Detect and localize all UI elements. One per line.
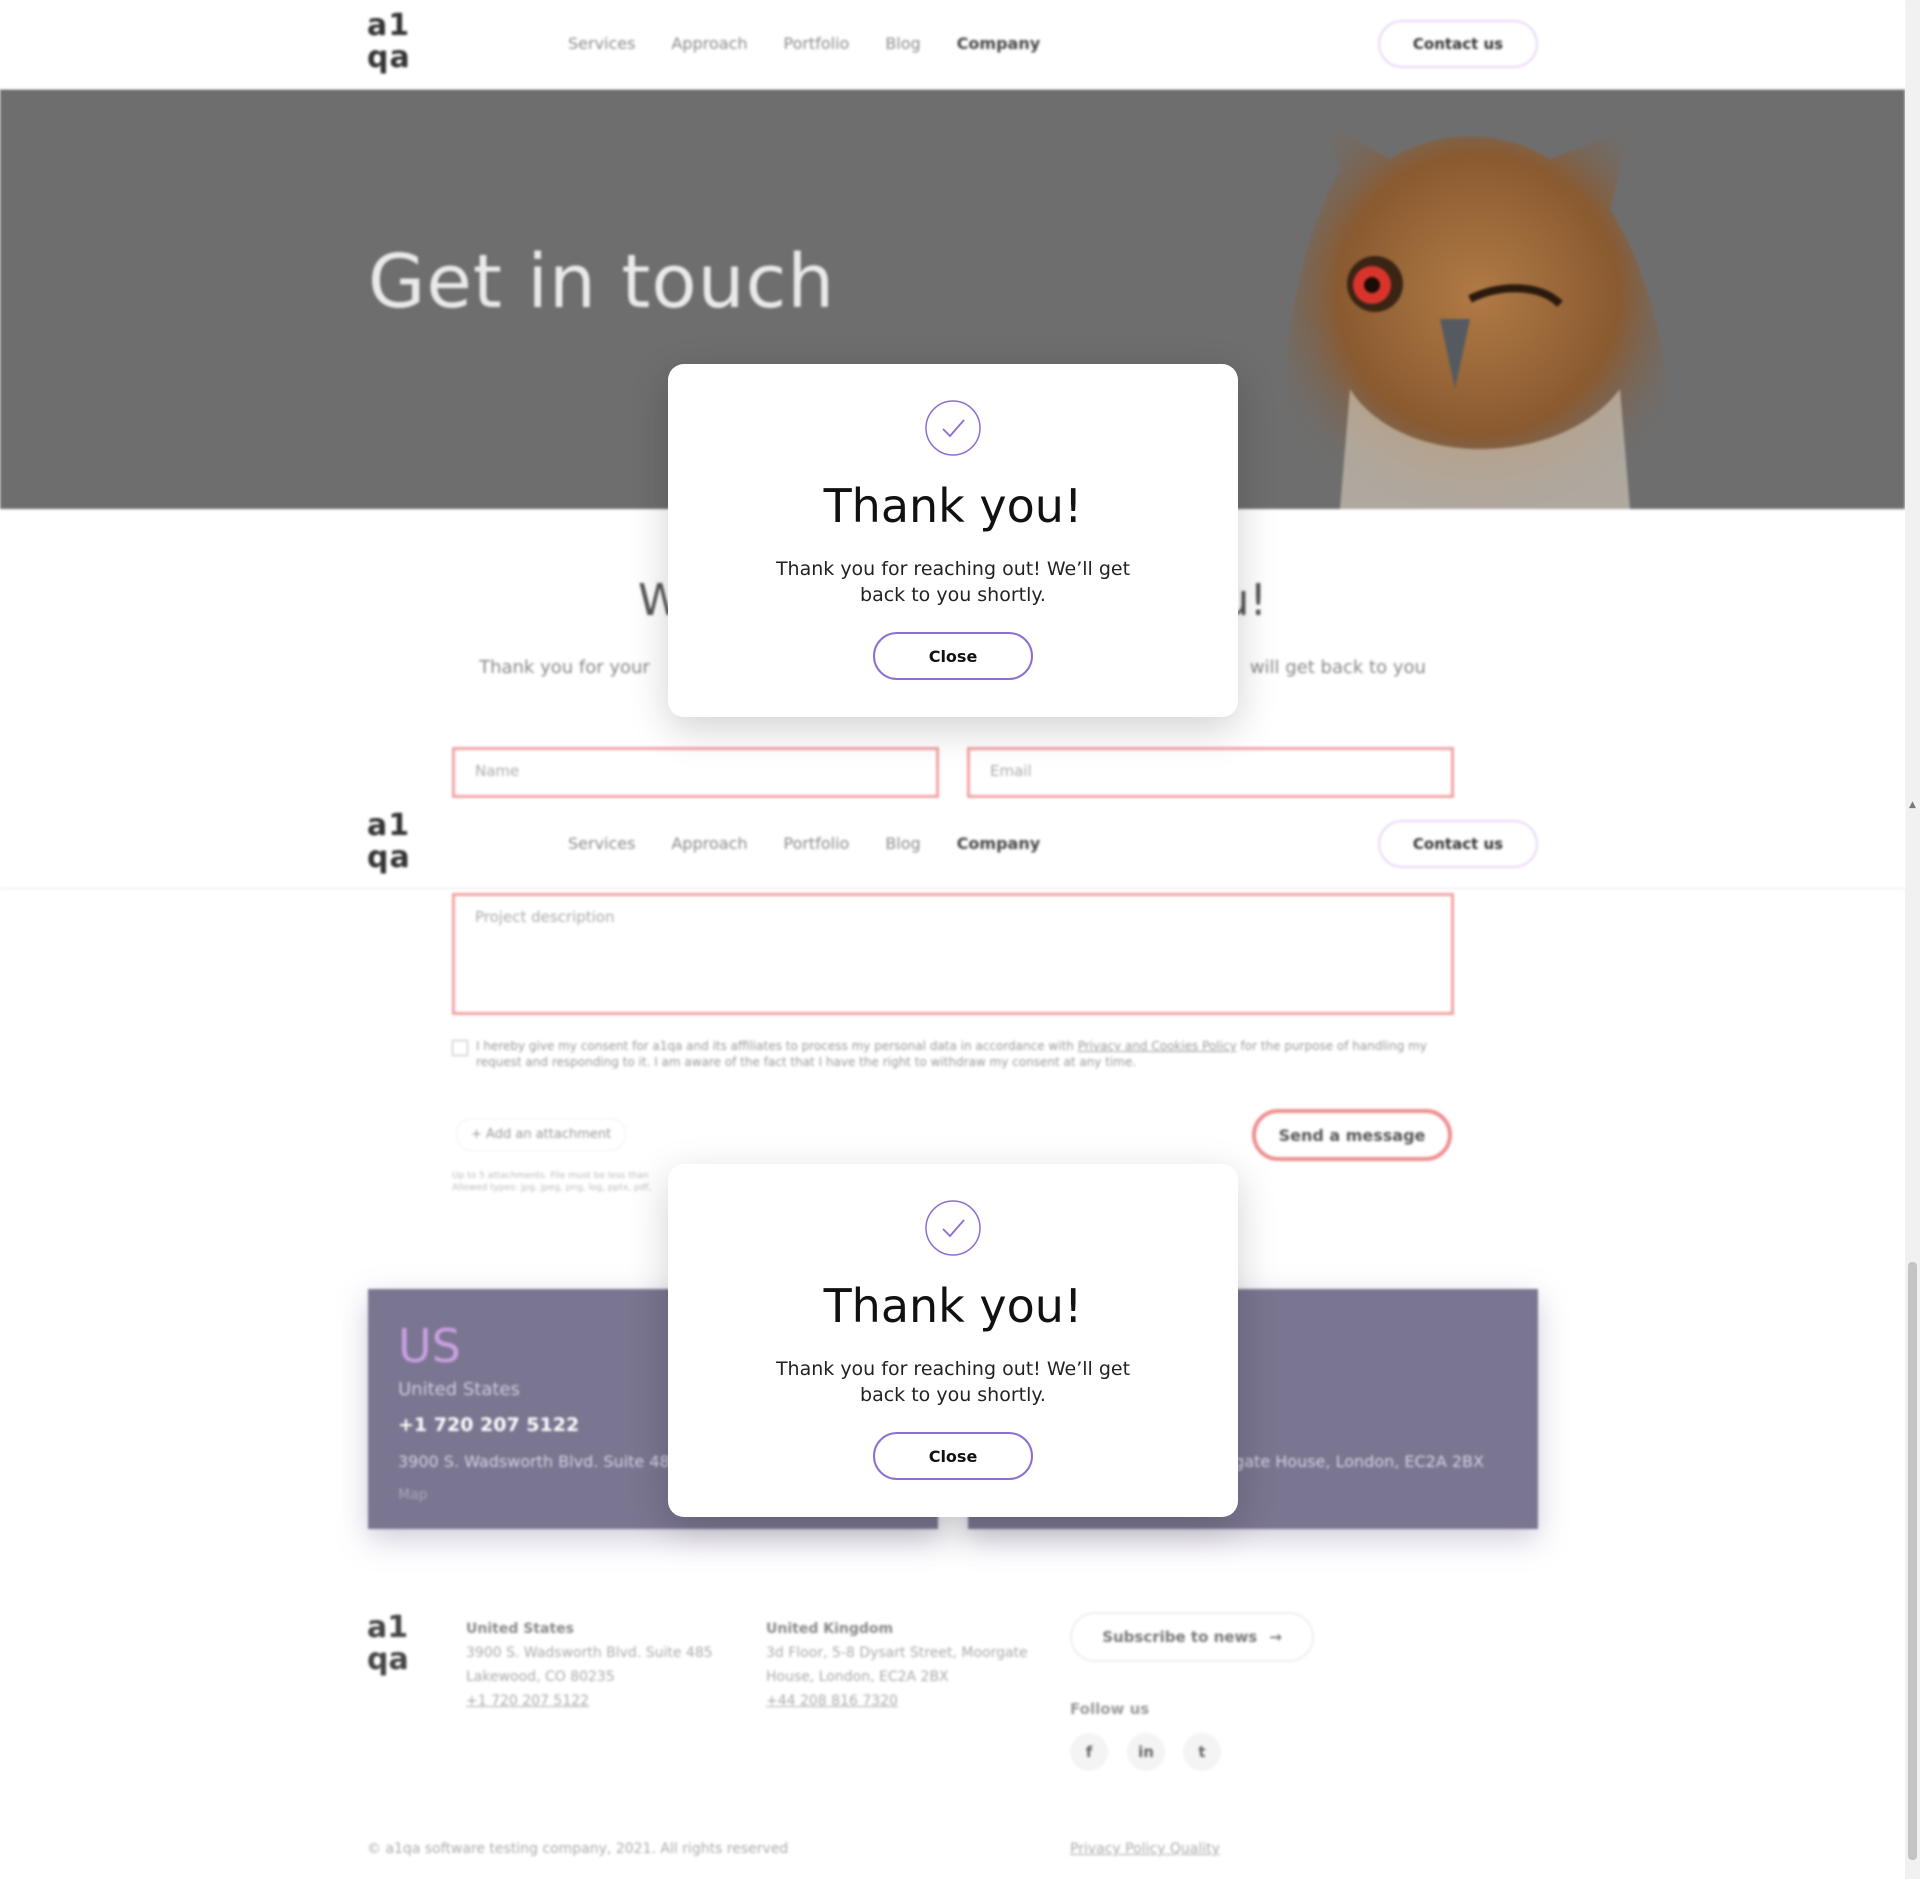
linkedin-icon[interactable]: in <box>1127 1733 1165 1771</box>
attachment-note: Up to 5 attachments. File must be less t… <box>452 1170 651 1194</box>
section-subtitle-right: will get back to you <box>1249 657 1426 678</box>
nav-blog[interactable]: Blog <box>885 34 920 53</box>
copyright: © a1qa software testing company, 2021. A… <box>367 1841 789 1857</box>
footer-uk-phone[interactable]: +44 208 816 7320 <box>766 1689 1028 1713</box>
top-header: a1 qa Services Approach Portfolio Blog C… <box>0 0 1905 89</box>
scrollbar[interactable]: ▲ <box>1905 0 1920 1879</box>
footer-uk-heading: United Kingdom <box>766 1621 894 1637</box>
office-phone[interactable]: +1 720 207 5122 <box>398 1414 579 1436</box>
footer-uk-line1: 3d Floor, 5-8 Dysart Street, Moorgate <box>766 1645 1028 1661</box>
description-placeholder: Project description <box>475 908 615 926</box>
privacy-policy-link[interactable]: Privacy and Cookies Policy <box>1078 1039 1237 1053</box>
arrow-right-icon: → <box>1269 1628 1282 1646</box>
checkmark-icon <box>925 400 981 456</box>
office-country: United States <box>398 1379 520 1400</box>
nav-company[interactable]: Company <box>957 834 1040 853</box>
attachment-note-line1: Up to 5 attachments. File must be less t… <box>452 1171 649 1181</box>
consent-checkbox[interactable] <box>452 1040 468 1056</box>
nav-blog[interactable]: Blog <box>885 834 920 853</box>
follow-us-label: Follow us <box>1070 1700 1150 1718</box>
office-code: US <box>398 1319 461 1373</box>
facebook-icon[interactable]: f <box>1070 1733 1108 1771</box>
scroll-up-arrow-icon[interactable]: ▲ <box>1907 800 1918 810</box>
name-placeholder: Name <box>475 762 520 780</box>
logo[interactable]: a1 qa <box>367 810 415 880</box>
name-field[interactable]: Name <box>452 747 939 798</box>
main-nav: Services Approach Portfolio Blog Company <box>568 34 1040 53</box>
footer-uk-address: United Kingdom 3d Floor, 5-8 Dysart Stre… <box>766 1617 1028 1713</box>
nav-services[interactable]: Services <box>568 834 635 853</box>
main-nav: Services Approach Portfolio Blog Company <box>568 834 1040 853</box>
close-button[interactable]: Close <box>873 632 1033 680</box>
send-message-button[interactable]: Send a message <box>1252 1109 1452 1161</box>
owl-image <box>1283 119 1673 509</box>
thank-you-modal: Thank you! Thank you for reaching out! W… <box>668 1164 1238 1517</box>
email-field[interactable]: Email <box>967 747 1454 798</box>
nav-portfolio[interactable]: Portfolio <box>783 834 849 853</box>
section-subtitle-left: Thank you for your <box>479 657 650 678</box>
footer-us-line1: 3900 S. Wadsworth Blvd. Suite 485 <box>466 1645 713 1661</box>
footer-us-heading: United States <box>466 1621 574 1637</box>
modal-message: Thank you for reaching out! We’ll get ba… <box>775 558 1131 606</box>
checkmark-icon <box>925 1200 981 1256</box>
contact-us-button[interactable]: Contact us <box>1378 820 1538 868</box>
subscribe-label: Subscribe to news <box>1102 1628 1258 1646</box>
nav-approach[interactable]: Approach <box>671 834 747 853</box>
modal-message: Thank you for reaching out! We’ll get ba… <box>775 1358 1131 1406</box>
consent-text-part1: I hereby give my consent for a1qa and it… <box>476 1039 1074 1053</box>
policy-link[interactable]: Privacy Policy Quality <box>1070 1841 1220 1857</box>
office-address: orgate House, London, EC2A 2BX <box>1218 1452 1484 1471</box>
nav-portfolio[interactable]: Portfolio <box>783 34 849 53</box>
nav-company[interactable]: Company <box>957 34 1040 53</box>
modal-title: Thank you! <box>823 1279 1083 1333</box>
contact-us-button[interactable]: Contact us <box>1378 20 1538 68</box>
consent-text: I hereby give my consent for a1qa and it… <box>476 1038 1456 1070</box>
footer-logo[interactable]: a1 qa <box>367 1612 415 1676</box>
office-address: 3900 S. Wadsworth Blvd. Suite 485 <box>398 1452 680 1471</box>
close-button[interactable]: Close <box>873 1432 1033 1480</box>
footer-us-phone[interactable]: +1 720 207 5122 <box>466 1689 713 1713</box>
sticky-header: a1 qa Services Approach Portfolio Blog C… <box>0 800 1905 889</box>
footer-us-address: United States 3900 S. Wadsworth Blvd. Su… <box>466 1617 713 1713</box>
nav-services[interactable]: Services <box>568 34 635 53</box>
add-attachment-button[interactable]: + Add an attachment <box>456 1118 627 1151</box>
project-description-field[interactable]: Project description <box>452 893 1454 1015</box>
add-attachment-label: Add an attachment <box>486 1127 612 1142</box>
email-placeholder: Email <box>990 762 1032 780</box>
logo-text: a1 qa <box>367 808 411 875</box>
scrollbar-thumb[interactable] <box>1908 1262 1917 1860</box>
nav-approach[interactable]: Approach <box>671 34 747 53</box>
plus-icon: + <box>471 1127 482 1142</box>
hero-title: Get in touch <box>368 239 836 325</box>
footer-uk-line2: House, London, EC2A 2BX <box>766 1669 949 1685</box>
footer-us-line2: Lakewood, CO 80235 <box>466 1669 615 1685</box>
modal-title: Thank you! <box>823 479 1083 533</box>
logo[interactable]: a1 qa <box>367 10 415 80</box>
thank-you-modal: Thank you! Thank you for reaching out! W… <box>668 364 1238 717</box>
attachment-note-line2: Allowed types: jpg, jpeg, png, log, pptx… <box>452 1183 652 1193</box>
twitter-icon[interactable]: t <box>1183 1733 1221 1771</box>
office-map-link[interactable]: Map <box>398 1487 428 1503</box>
subscribe-button[interactable]: Subscribe to news → <box>1070 1612 1314 1662</box>
logo-text: a1 qa <box>367 8 411 75</box>
